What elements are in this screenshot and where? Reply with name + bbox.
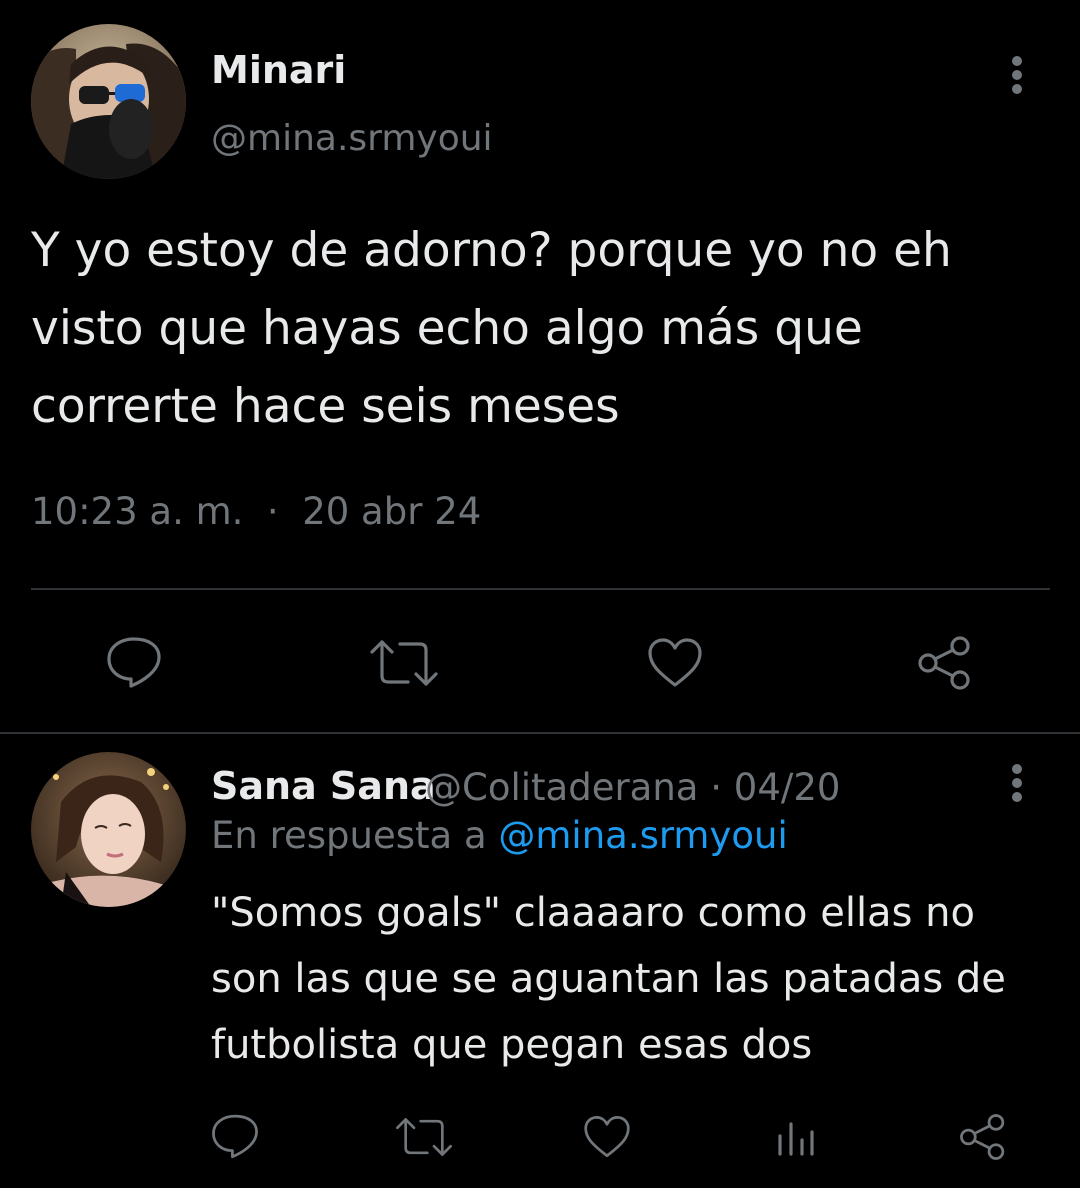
more-options-icon[interactable]: [1002, 758, 1032, 808]
avatar-photo-icon: [31, 24, 186, 179]
author-name[interactable]: Minari: [211, 48, 346, 92]
author-handle[interactable]: @Colitaderana: [425, 766, 698, 809]
retweet-button[interactable]: [368, 638, 440, 688]
separator-dot: ·: [266, 490, 279, 533]
like-icon: [648, 638, 702, 687]
tweet-text: "Somos goals" claaaaro como ellas no son…: [211, 890, 1006, 1068]
like-button[interactable]: [646, 636, 704, 690]
tweet-meta: @Colitaderana · 04/20: [425, 766, 840, 809]
reply-button[interactable]: [210, 1112, 260, 1160]
tweet-timestamp[interactable]: 10:23 a. m. · 20 abr 24: [31, 490, 481, 533]
like-icon: [584, 1116, 630, 1158]
tweet-time: 10:23 a. m.: [31, 490, 244, 533]
views-button[interactable]: [776, 1114, 816, 1160]
tweet-text: Y yo estoy de adorno? porque yo no eh vi…: [31, 223, 952, 434]
author-name[interactable]: Sana Sana: [211, 764, 436, 808]
share-icon: [918, 636, 970, 690]
tweet-date[interactable]: 04/20: [734, 766, 841, 809]
share-icon: [960, 1114, 1005, 1160]
reply-context: En respuesta a @mina.srmyoui: [211, 814, 788, 857]
reply-icon: [212, 1114, 258, 1159]
retweet-button[interactable]: [394, 1116, 454, 1158]
avatar[interactable]: [31, 24, 186, 179]
share-button[interactable]: [958, 1112, 1008, 1162]
reply-button[interactable]: [104, 634, 164, 690]
reply-prefix: En respuesta a: [211, 814, 487, 857]
like-button[interactable]: [582, 1114, 632, 1160]
share-button[interactable]: [916, 634, 974, 692]
avatar[interactable]: [31, 752, 186, 907]
divider: [31, 588, 1050, 590]
author-handle[interactable]: @mina.srmyoui: [211, 118, 493, 159]
retweet-icon: [370, 640, 438, 686]
more-options-icon[interactable]: [1002, 50, 1032, 100]
divider: [0, 732, 1080, 734]
retweet-icon: [396, 1118, 452, 1156]
reply-icon: [107, 637, 161, 688]
reply-mention-link[interactable]: @mina.srmyoui: [498, 814, 787, 857]
separator-dot: ·: [710, 766, 723, 809]
avatar-photo-icon: [31, 752, 186, 907]
views-icon: [778, 1122, 814, 1156]
tweet-date: 20 abr 24: [302, 490, 482, 533]
